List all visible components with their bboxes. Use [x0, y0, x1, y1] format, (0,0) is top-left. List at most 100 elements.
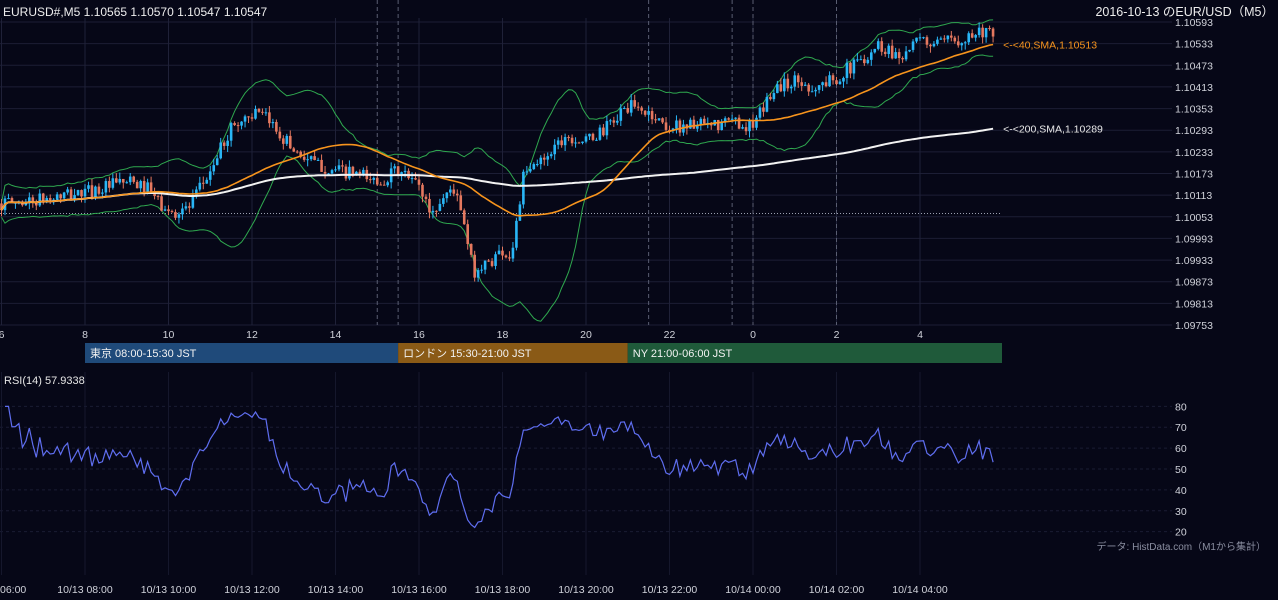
candle-down [424, 196, 428, 199]
price-chart-svg: <-<40,SMA,1.10513 <-<200,SMA,1.10289 1.10… [0, 0, 1274, 596]
hour-axis: 6 8 10 12 14 16 18 20 22 0 2 4 [0, 329, 923, 341]
candle-up [817, 85, 821, 90]
price-tick-label: 1.09873 [1175, 277, 1213, 289]
candle-down [435, 210, 438, 212]
candle-up [476, 270, 480, 278]
candle-down [487, 260, 490, 262]
candle-down [236, 125, 240, 127]
candle-down [991, 28, 995, 37]
date-tick-label: 06:00 [0, 584, 26, 596]
candle-down [981, 27, 984, 38]
candle-down [222, 142, 226, 146]
candle-down [901, 58, 904, 60]
rsi-panel: 80 70 60 50 40 30 20 [5, 401, 1187, 539]
data-source: データ: HistData.com（M1から集計） [1097, 540, 1266, 553]
candle-up [163, 209, 167, 211]
hour-tick-label: 16 [413, 329, 425, 341]
candle-up [852, 59, 856, 74]
candle-up [442, 198, 445, 204]
candle-up [894, 52, 897, 59]
candle-down [779, 84, 783, 92]
candle-up [309, 156, 313, 160]
candle-up [386, 182, 389, 186]
sma-layer: <-<40,SMA,1.10513 <-<200,SMA,1.10289 [0, 39, 1103, 217]
candle-up [410, 178, 414, 180]
candle-down [640, 107, 643, 111]
candle-up [609, 120, 612, 122]
candle-down [233, 123, 236, 126]
candle-up [215, 158, 219, 166]
candle-down [692, 119, 696, 129]
rsi-tick-label: 20 [1175, 527, 1187, 539]
chart-title: 2016-10-13 のEUR/USD（M5） [1095, 5, 1274, 19]
candle-down [368, 179, 372, 181]
candle-down [661, 118, 664, 123]
candle-down [716, 119, 720, 131]
candle-up [198, 182, 202, 190]
candle-up [226, 140, 229, 146]
candle-up [856, 59, 859, 61]
grid-layer [0, 18, 1172, 575]
candle-down [69, 189, 73, 200]
candle-up [803, 84, 807, 86]
candle-up [515, 220, 518, 248]
candle-up [730, 118, 734, 120]
candle-down [591, 133, 595, 140]
price-tick-label: 1.10533 [1175, 39, 1213, 51]
date-tick-label: 10/14 00:00 [725, 584, 781, 596]
candle-up [772, 93, 776, 100]
candle-down [943, 38, 946, 40]
candle-down [577, 142, 581, 144]
candle-down [421, 184, 424, 197]
candle-up [208, 171, 212, 180]
candle-down [835, 80, 838, 85]
hour-tick-label: 22 [664, 329, 676, 341]
session-divider-layer [376, 0, 837, 325]
candle-up [977, 27, 981, 36]
candle-down [121, 178, 125, 183]
candle-down [414, 178, 417, 180]
candle-up [243, 116, 247, 122]
candle-up [177, 214, 181, 218]
rsi-tick-label: 60 [1175, 443, 1187, 455]
price-tick-label: 1.09813 [1175, 298, 1213, 310]
candle-up [755, 117, 758, 128]
candle-up [574, 142, 577, 144]
candle-up [101, 192, 104, 194]
candle-up [546, 156, 550, 160]
candle-down [459, 195, 463, 211]
candle-up [616, 120, 619, 123]
candle-down [396, 166, 400, 176]
candle-up [212, 165, 216, 172]
candle-up [758, 107, 762, 118]
candle-up [87, 185, 90, 189]
session-label: ロンドン 15:30-21:00 JST [403, 348, 532, 360]
candle-down [890, 45, 894, 59]
candle-down [831, 75, 835, 81]
candle-down [560, 140, 563, 146]
candle-up [264, 112, 268, 114]
candle-up [7, 198, 10, 200]
price-tick-label: 1.10413 [1175, 82, 1213, 94]
candle-up [963, 42, 967, 44]
hour-tick-label: 20 [580, 329, 592, 341]
candle-up [622, 108, 626, 110]
candle-down [344, 166, 348, 179]
candle-down [744, 127, 748, 132]
candle-up [337, 165, 341, 170]
candle-down [567, 137, 570, 139]
candle-down [469, 243, 473, 255]
candle-up [494, 254, 497, 266]
candle-up [306, 159, 309, 161]
candle-down [769, 96, 772, 100]
candle-down [278, 131, 282, 139]
candle-up [271, 121, 275, 124]
candle-up [438, 203, 442, 211]
chart-stage: <-<40,SMA,1.10513 <-<200,SMA,1.10289 1.10… [0, 0, 1278, 600]
candle-up [449, 189, 452, 193]
candle-down [295, 151, 299, 153]
candle-up [62, 192, 66, 199]
candle-up [111, 178, 115, 188]
rsi-line [5, 405, 994, 529]
candle-up [918, 37, 922, 39]
